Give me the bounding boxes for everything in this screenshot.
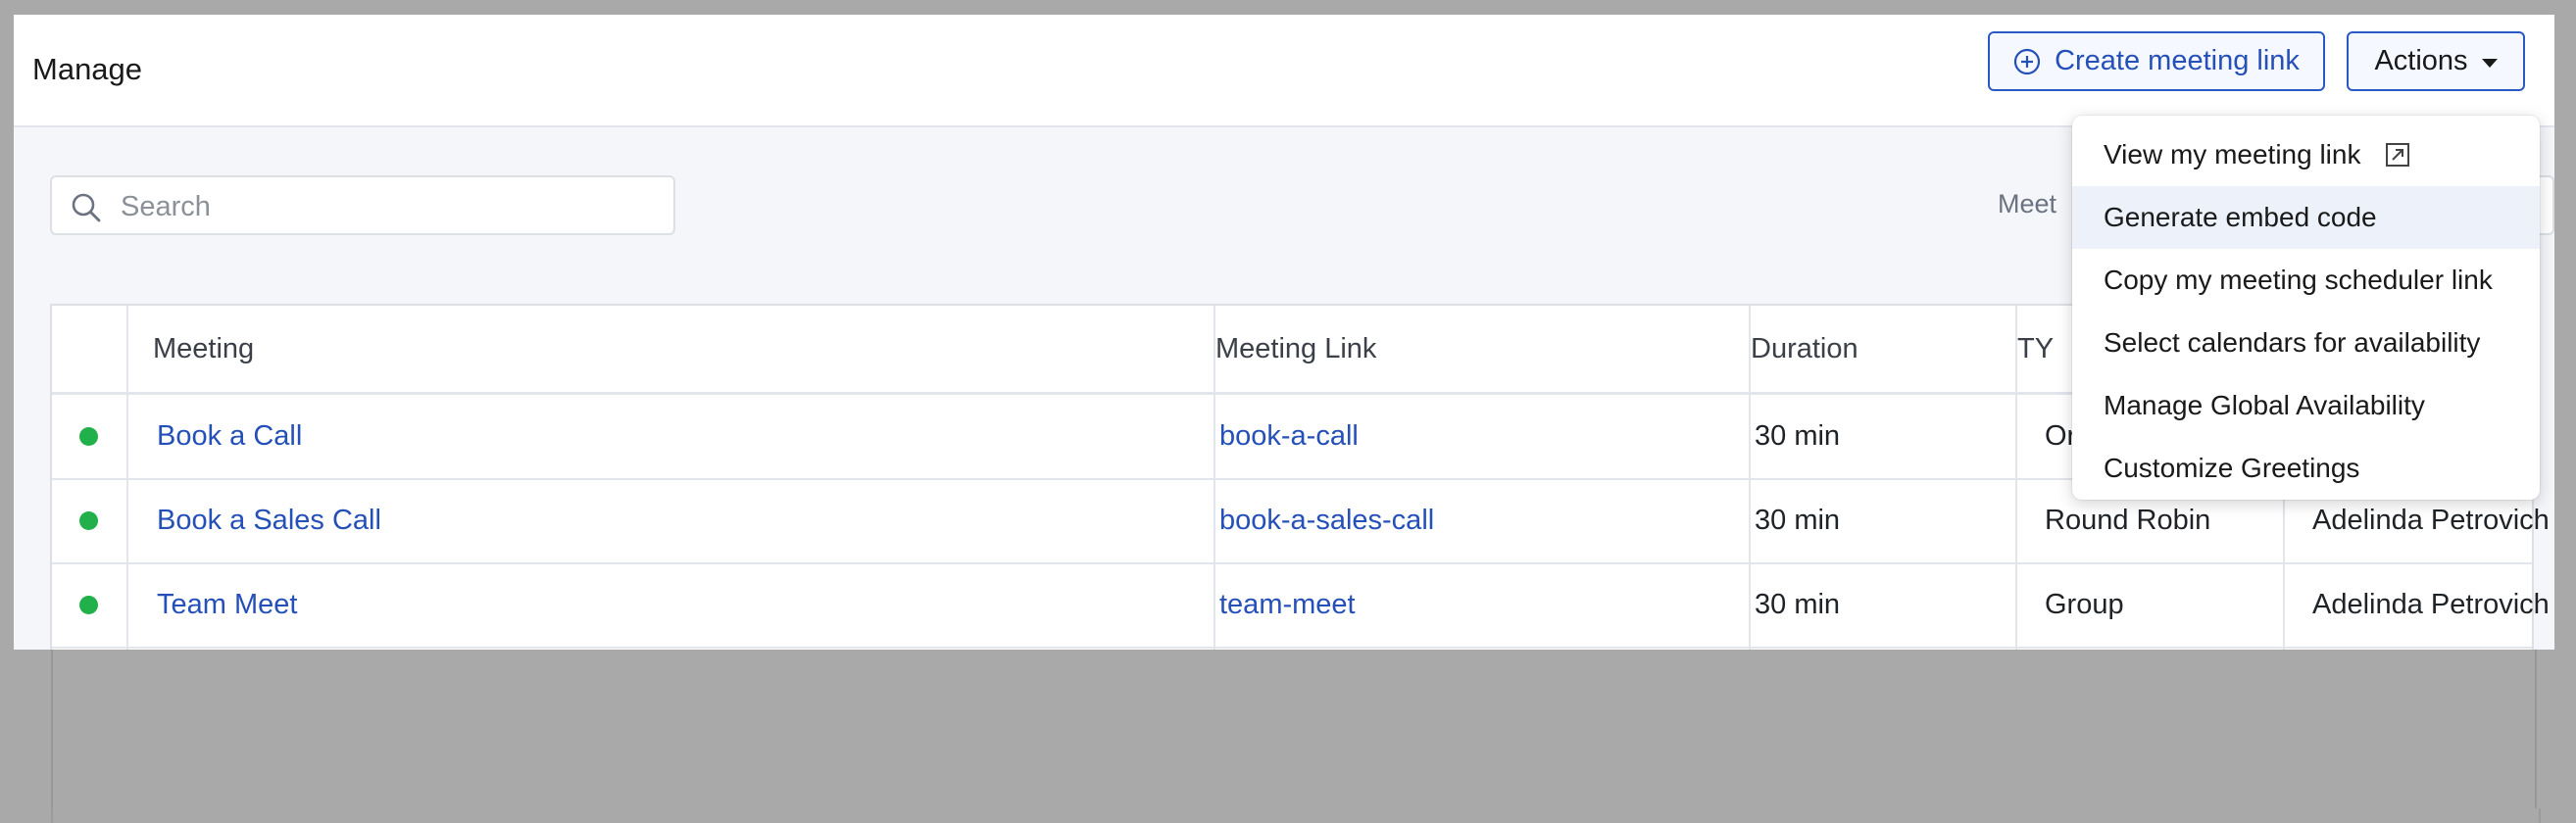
actions-dropdown-menu: View my meeting link Generate embed code… (2072, 116, 2540, 500)
meeting-name-link[interactable]: Book a Sales Call (157, 479, 745, 562)
column-header-duration[interactable]: Duration (1751, 306, 1986, 392)
status-cell (79, 395, 109, 478)
menu-item-select-calendars[interactable]: Select calendars for availability (2072, 312, 2540, 374)
active-status-dot (79, 511, 98, 530)
search-input[interactable] (119, 185, 652, 228)
create-meeting-link-label: Create meeting link (2055, 45, 2300, 76)
filter-label: Meet (1998, 189, 2057, 218)
menu-item-manage-global-availability[interactable]: Manage Global Availability (2072, 374, 2540, 437)
column-header-meeting-link[interactable]: Meeting Link (1215, 306, 1608, 392)
active-status-dot (79, 596, 98, 614)
active-status-dot (79, 427, 98, 446)
owner-cell: Adelinda Petrovich (2312, 589, 2550, 620)
meeting-slug-link[interactable]: book-a-call (1219, 395, 1709, 478)
meeting-name-link[interactable]: Team Meet (157, 563, 745, 647)
menu-item-generate-embed-code[interactable]: Generate embed code (2072, 186, 2540, 249)
plus-circle-icon (2013, 48, 2041, 75)
menu-item-label: Manage Global Availability (2104, 390, 2425, 420)
duration-cell: 30 min (1755, 420, 1841, 452)
table-row[interactable]: Team Meet team-meet 30 min Group Adelind… (52, 563, 2550, 649)
external-link-icon (2384, 141, 2411, 169)
menu-item-view-meeting-link[interactable]: View my meeting link (2072, 123, 2540, 186)
menu-item-copy-scheduler-link[interactable]: Copy my meeting scheduler link (2072, 249, 2540, 312)
page-title: Manage (32, 52, 143, 86)
column-divider (1214, 306, 1215, 650)
dimmed-table-frame (51, 650, 2537, 808)
meeting-slug-link[interactable]: team-meet (1219, 563, 1709, 647)
caret-down-icon (2481, 59, 2498, 68)
create-meeting-link-button[interactable]: Create meeting link (1988, 31, 2325, 91)
status-cell (79, 479, 109, 562)
menu-item-label: View my meeting link (2104, 139, 2361, 169)
menu-item-label: Copy my meeting scheduler link (2104, 265, 2493, 295)
menu-item-customize-greetings[interactable]: Customize Greetings (2072, 437, 2540, 500)
column-divider (2015, 306, 2017, 650)
column-header-meeting[interactable]: Meeting (153, 306, 741, 392)
page-header: Manage Create meeting link Actions (14, 15, 2554, 127)
actions-label: Actions (2374, 45, 2468, 76)
status-cell (79, 563, 109, 647)
search-icon (72, 193, 101, 222)
meeting-name-link[interactable]: Book a Call (157, 395, 745, 478)
status-column-header (52, 306, 128, 392)
menu-item-label: Customize Greetings (2104, 453, 2360, 483)
type-cell: Group (2045, 589, 2124, 620)
menu-item-label: Generate embed code (2104, 202, 2377, 232)
duration-cell: 30 min (1755, 589, 1841, 620)
actions-button[interactable]: Actions (2347, 31, 2525, 91)
meeting-slug-link[interactable]: book-a-sales-call (1219, 479, 1709, 562)
search-box[interactable] (50, 175, 675, 235)
column-divider (1749, 306, 1751, 650)
menu-item-label: Select calendars for availability (2104, 327, 2481, 358)
duration-cell: 30 min (1755, 505, 1841, 536)
column-divider (126, 306, 128, 650)
manage-panel: Manage Create meeting link Actions Meet … (14, 15, 2554, 650)
